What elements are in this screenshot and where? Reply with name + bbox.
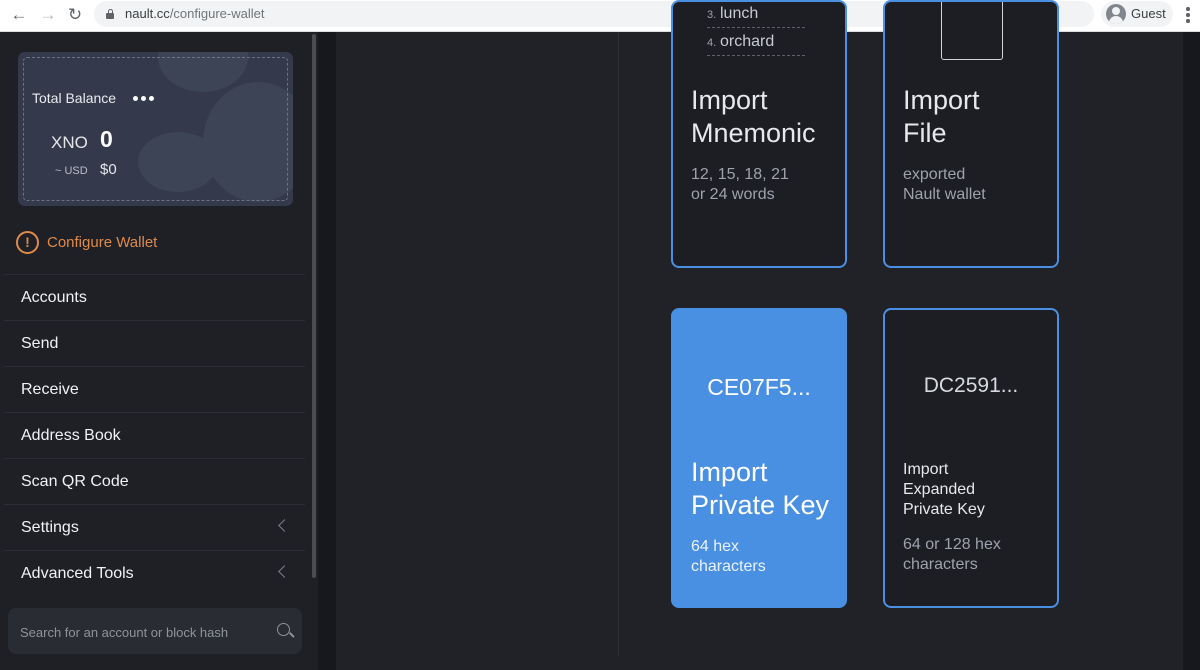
configure-wallet-link[interactable]: ! Configure Wallet [16,231,216,255]
card-title: Private Key [903,501,985,518]
search-icon[interactable] [277,623,295,639]
back-arrow-icon[interactable]: ← [7,3,31,27]
sidebar-item-receive[interactable]: Receive [4,366,305,412]
sidebar-item-label: Send [21,335,59,352]
fiat-value: $0 [100,161,117,178]
card-hex-preview: CE07F5... [707,374,811,400]
warning-icon: ! [16,231,39,254]
profile-name: Guest [1131,6,1166,21]
url-path: /configure-wallet [169,6,265,21]
card-title: Private Key [691,490,830,520]
mnemonic-word-list: 3. lunch 4. orchard [707,2,805,56]
card-title: Import [691,85,768,115]
chevron-left-icon [278,519,291,532]
sidebar-item-scan-qr-code[interactable]: Scan QR Code [4,458,305,504]
url-host: nault.cc [125,6,170,21]
import-expanded-private-key-card[interactable]: DC2591... Import Expanded Private Key 64… [883,308,1059,608]
sidebar-item-accounts[interactable]: Accounts [4,274,305,320]
card-subtitle: 64 hex [691,538,740,555]
sidebar-item-label: Address Book [21,427,121,444]
search-box [8,608,302,654]
card-subtitle: 64 or 128 hex [903,536,1001,553]
card-title: Import [903,85,980,115]
card-subtitle: or 24 words [691,186,775,203]
card-title: Mnemonic [691,118,816,148]
card-subtitle: characters [691,558,766,575]
list-item: 4. orchard [707,28,805,56]
lock-icon [106,9,114,19]
sidebar-item-address-book[interactable]: Address Book [4,412,305,458]
card-subtitle: exported [903,166,966,183]
sidebar-item-label: Scan QR Code [21,473,129,490]
browser-menu-icon[interactable] [1180,3,1196,27]
balance-label: Total Balance [32,90,117,106]
import-file-card[interactable]: Import File exported Nault wallet [883,0,1059,268]
fiat-label: ~ USD [55,165,88,177]
forward-arrow-icon[interactable]: → [36,3,60,27]
list-item: 3. lunch [707,2,805,28]
sidebar-item-label: Settings [21,519,79,536]
card-hex-preview: DC2591... [923,374,1019,397]
search-input[interactable] [20,622,260,642]
card-title: Import [691,457,768,487]
card-subtitle: 12, 15, 18, 21 [691,166,789,183]
sidebar-item-label: Advanced Tools [21,565,134,582]
card-subtitle: Nault wallet [903,186,986,203]
profile-avatar-icon [1106,4,1126,24]
sidebar-menu: Accounts Send Receive Address Book Scan … [4,274,305,596]
more-options-icon[interactable] [133,96,155,102]
file-icon [941,2,1003,60]
card-title: Expanded [903,481,976,498]
profile-button[interactable]: Guest [1101,1,1173,27]
import-mnemonic-card[interactable]: 3. lunch 4. orchard Import Mnemonic 12, 15… [671,0,847,268]
card-title: Import [903,461,949,478]
card-title: File [903,118,947,148]
sidebar-item-label: Receive [21,381,79,398]
import-private-key-card[interactable]: CE07F5... Import Private Key 64 hex char… [671,308,847,608]
content-divider [618,32,619,657]
sidebar-item-label: Accounts [21,289,87,306]
reload-icon[interactable]: ↻ [63,3,87,27]
url-text[interactable]: nault.cc/configure-wallet [125,6,264,21]
balance-unit: XNO [51,133,88,152]
sidebar-item-settings[interactable]: Settings [4,504,305,550]
balance-card: Total Balance XNO 0 ~ USD $0 [18,52,293,206]
sidebar-scrollbar[interactable] [312,34,316,578]
configure-wallet-label: Configure Wallet [47,234,158,251]
card-subtitle: characters [903,556,978,573]
chevron-left-icon [278,565,291,578]
balance-value: 0 [100,126,113,152]
sidebar-item-advanced-tools[interactable]: Advanced Tools [4,550,305,596]
sidebar-item-send[interactable]: Send [4,320,305,366]
sidebar: Total Balance XNO 0 ~ USD $0 ! Configure… [0,32,318,670]
